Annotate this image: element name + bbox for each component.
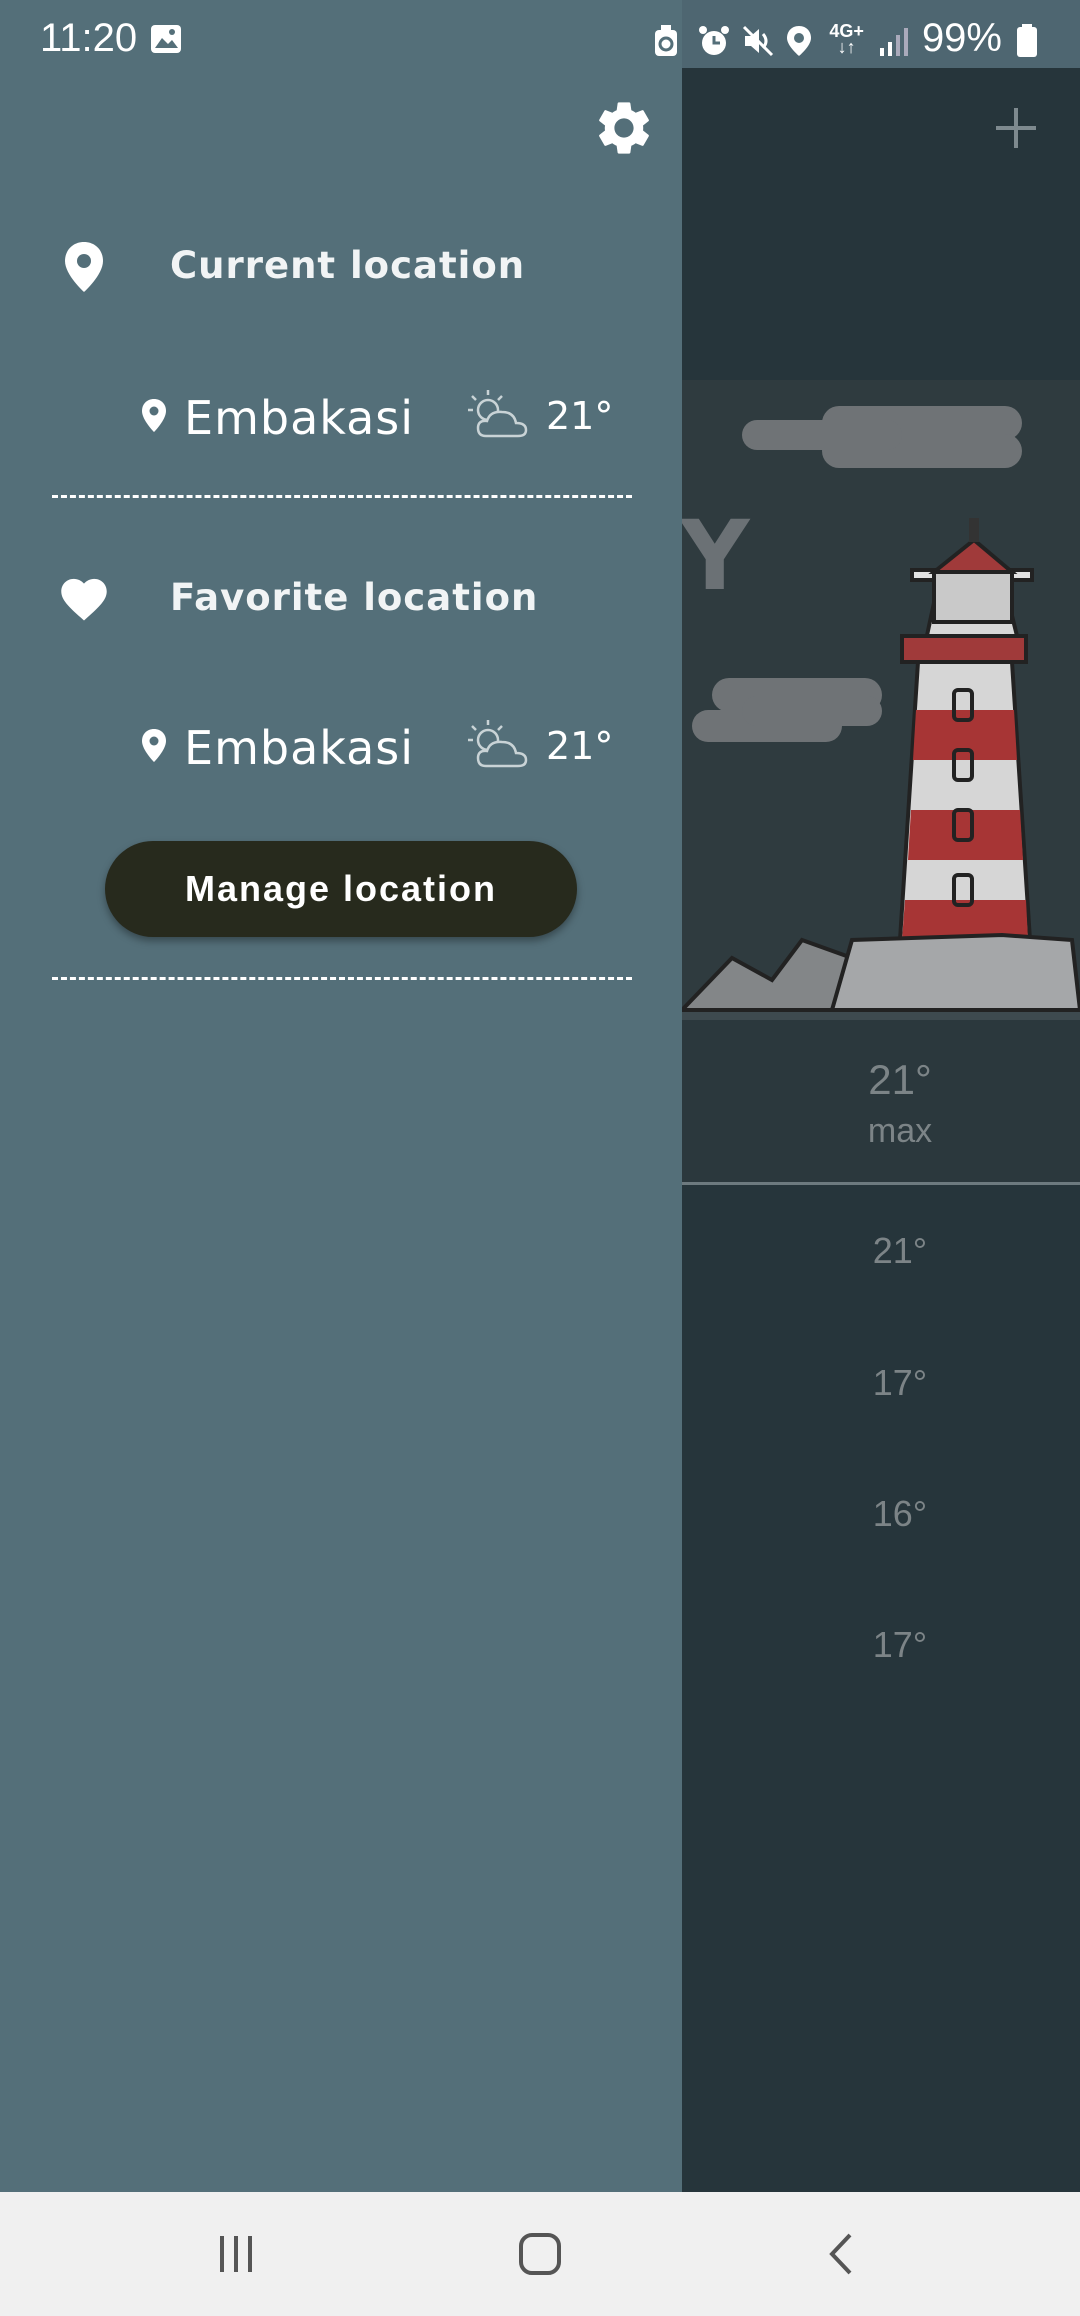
network-type: 4G+: [829, 20, 864, 41]
location-name: Embakasi: [184, 391, 415, 445]
map-pin-icon: [140, 398, 168, 439]
max-label: max: [867, 1112, 933, 1150]
max-temp-cell: 21° max: [682, 1020, 1080, 1182]
partly-cloudy-icon: [464, 378, 534, 458]
battery-percent: 99%: [921, 16, 1002, 60]
temp-row-1: 21°: [872, 1230, 928, 1271]
temp-row-3: 16°: [872, 1493, 928, 1534]
recycle-icon: [653, 23, 683, 56]
max-temp-value: 21°: [868, 1056, 932, 1103]
navigation-drawer: Current location Embakasi 21° Favorite l…: [0, 0, 682, 2192]
current-location-item[interactable]: Embakasi 21°: [140, 378, 614, 458]
location-temp: 21°: [546, 394, 614, 438]
map-pin-icon: [62, 240, 106, 299]
network-icon: 4G+ ↓↑: [829, 20, 864, 57]
location-temp: 21°: [546, 724, 614, 768]
home-icon[interactable]: [490, 2214, 590, 2294]
status-bar: 11:20 4G+ ↓↑ 99%: [0, 0, 1080, 80]
favorite-location-item[interactable]: Embakasi 21°: [140, 708, 614, 788]
alarm-icon: [697, 23, 730, 55]
partial-title-letter: Y: [680, 500, 750, 612]
gallery-icon: [150, 24, 182, 59]
plus-icon[interactable]: [992, 104, 1040, 152]
temp-row-4: 17°: [872, 1624, 928, 1665]
section-divider: [52, 495, 632, 498]
status-icons: 4G+ ↓↑ 99%: [653, 16, 1046, 61]
location-icon: [785, 23, 815, 56]
gear-icon[interactable]: [592, 96, 656, 160]
current-location-title: Current location: [170, 244, 526, 287]
favorite-location-title: Favorite location: [170, 576, 539, 619]
location-name: Embakasi: [184, 721, 415, 775]
temp-row-2: 17°: [872, 1362, 928, 1403]
divider: [682, 1182, 1080, 1185]
recent-apps-icon[interactable]: [186, 2214, 286, 2294]
signal-icon: [878, 23, 908, 56]
mute-icon: [741, 23, 774, 56]
back-icon[interactable]: [792, 2214, 892, 2294]
partly-cloudy-icon: [464, 708, 534, 788]
system-navigation-bar: [0, 2192, 1080, 2316]
manage-location-button[interactable]: Manage location: [105, 841, 577, 937]
status-time: 11:20: [40, 16, 138, 60]
heart-icon: [56, 572, 112, 627]
lighthouse-illustration: [677, 380, 1080, 1020]
section-divider: [52, 977, 632, 980]
battery-icon: [1016, 23, 1046, 57]
map-pin-icon: [140, 728, 168, 769]
